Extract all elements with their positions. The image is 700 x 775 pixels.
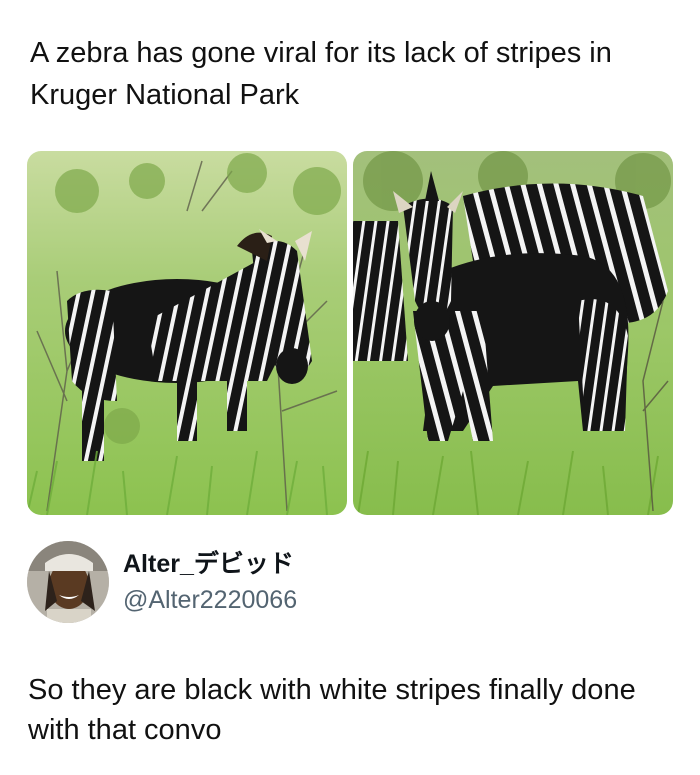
headline: A zebra has gone viral for its lack of s… <box>30 37 612 111</box>
avatar-image <box>27 541 109 623</box>
avatar[interactable] <box>27 541 109 623</box>
zebra-photo-left[interactable] <box>27 151 347 515</box>
author-handle[interactable]: @Alter2220066 <box>123 585 297 615</box>
tweet-text: So they are black with white stripes fin… <box>28 674 636 746</box>
tweet-author: Alter_デビッド @Alter2220066 <box>27 539 667 625</box>
zebra-photo-right[interactable] <box>353 151 673 515</box>
zebra-front-view-image <box>353 151 673 515</box>
zebra-side-view-image <box>27 151 347 515</box>
author-display-name[interactable]: Alter_デビッド <box>123 549 294 579</box>
